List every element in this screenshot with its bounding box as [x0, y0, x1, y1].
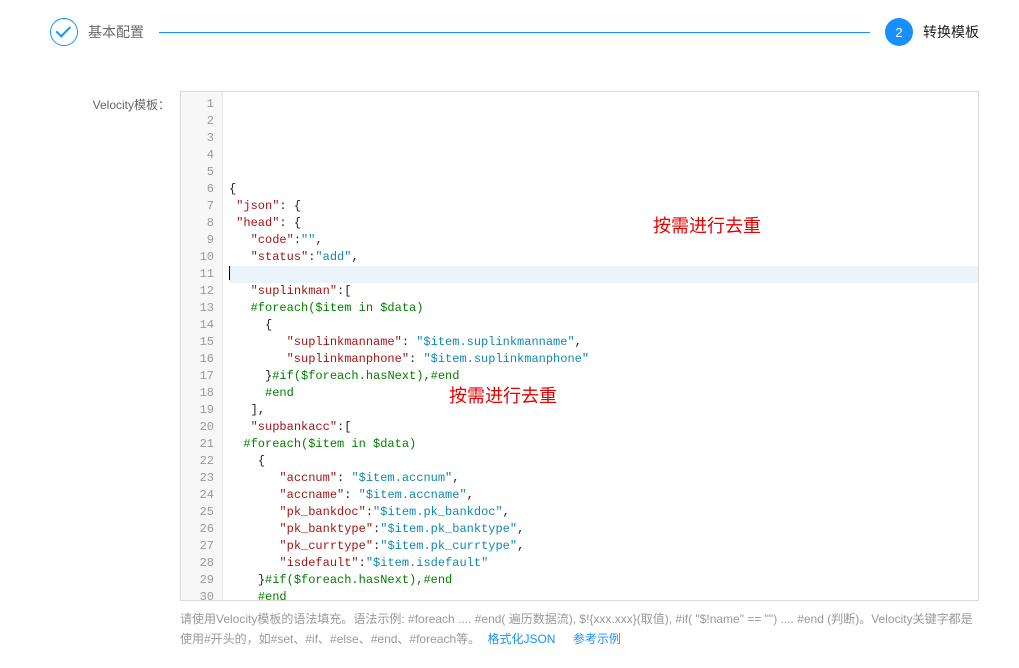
- example-link[interactable]: 参考示例: [573, 632, 621, 646]
- code-line[interactable]: [229, 266, 978, 283]
- line-gutter: 1234567891011121314151617181920212223242…: [181, 92, 223, 600]
- form-row: Velocity模板： 1234567891011121314151617181…: [40, 91, 979, 650]
- code-line[interactable]: {: [229, 453, 978, 470]
- step-basic-config[interactable]: 基本配置: [50, 18, 144, 46]
- step-active-circle: 2: [885, 18, 913, 46]
- code-line[interactable]: "suplinkman":[: [229, 283, 978, 300]
- code-line[interactable]: "supbankacc":[: [229, 419, 978, 436]
- format-json-link[interactable]: 格式化JSON: [487, 632, 555, 646]
- code-line[interactable]: "json": {: [229, 198, 978, 215]
- code-editor[interactable]: 1234567891011121314151617181920212223242…: [180, 91, 979, 601]
- stepper: 基本配置 2 转换模板: [40, 18, 979, 46]
- step-done-circle: [50, 18, 78, 46]
- code-line[interactable]: #end: [229, 385, 978, 402]
- velocity-template-label: Velocity模板：: [40, 91, 180, 113]
- code-line[interactable]: }#if($foreach.hasNext),#end: [229, 368, 978, 385]
- code-line[interactable]: "head": {: [229, 215, 978, 232]
- check-icon: [56, 22, 72, 38]
- code-line[interactable]: #foreach($item in $data): [229, 436, 978, 453]
- code-line[interactable]: {: [229, 181, 978, 198]
- hint-text: 请使用Velocity模板的语法填充。语法示例: #foreach .... #…: [180, 609, 979, 650]
- code-line[interactable]: #foreach($item in $data): [229, 300, 978, 317]
- text-cursor: [229, 266, 230, 280]
- step-transform-template[interactable]: 2 转换模板: [885, 18, 979, 46]
- code-line[interactable]: "suplinkmanphone": "$item.suplinkmanphon…: [229, 351, 978, 368]
- code-line[interactable]: {: [229, 317, 978, 334]
- code-line[interactable]: "suplinkmanname": "$item.suplinkmanname"…: [229, 334, 978, 351]
- code-line[interactable]: }#if($foreach.hasNext),#end: [229, 572, 978, 589]
- code-line[interactable]: #end: [229, 589, 978, 601]
- step-connector: [159, 32, 870, 33]
- code-line[interactable]: "pk_banktype":"$item.pk_banktype",: [229, 521, 978, 538]
- step2-label: 转换模板: [923, 22, 979, 42]
- code-line[interactable]: "pk_currtype":"$item.pk_currtype",: [229, 538, 978, 555]
- step1-label: 基本配置: [88, 22, 144, 42]
- code-line[interactable]: "code":"",: [229, 232, 978, 249]
- code-area[interactable]: { "json": { "head": { "code":"", "status…: [223, 92, 978, 600]
- code-line[interactable]: "isdefault":"$item.isdefault": [229, 555, 978, 572]
- code-line[interactable]: "status":"add",: [229, 249, 978, 266]
- code-line[interactable]: "accnum": "$item.accnum",: [229, 470, 978, 487]
- code-line[interactable]: "pk_bankdoc":"$item.pk_bankdoc",: [229, 504, 978, 521]
- code-line[interactable]: "accname": "$item.accname",: [229, 487, 978, 504]
- code-line[interactable]: ],: [229, 402, 978, 419]
